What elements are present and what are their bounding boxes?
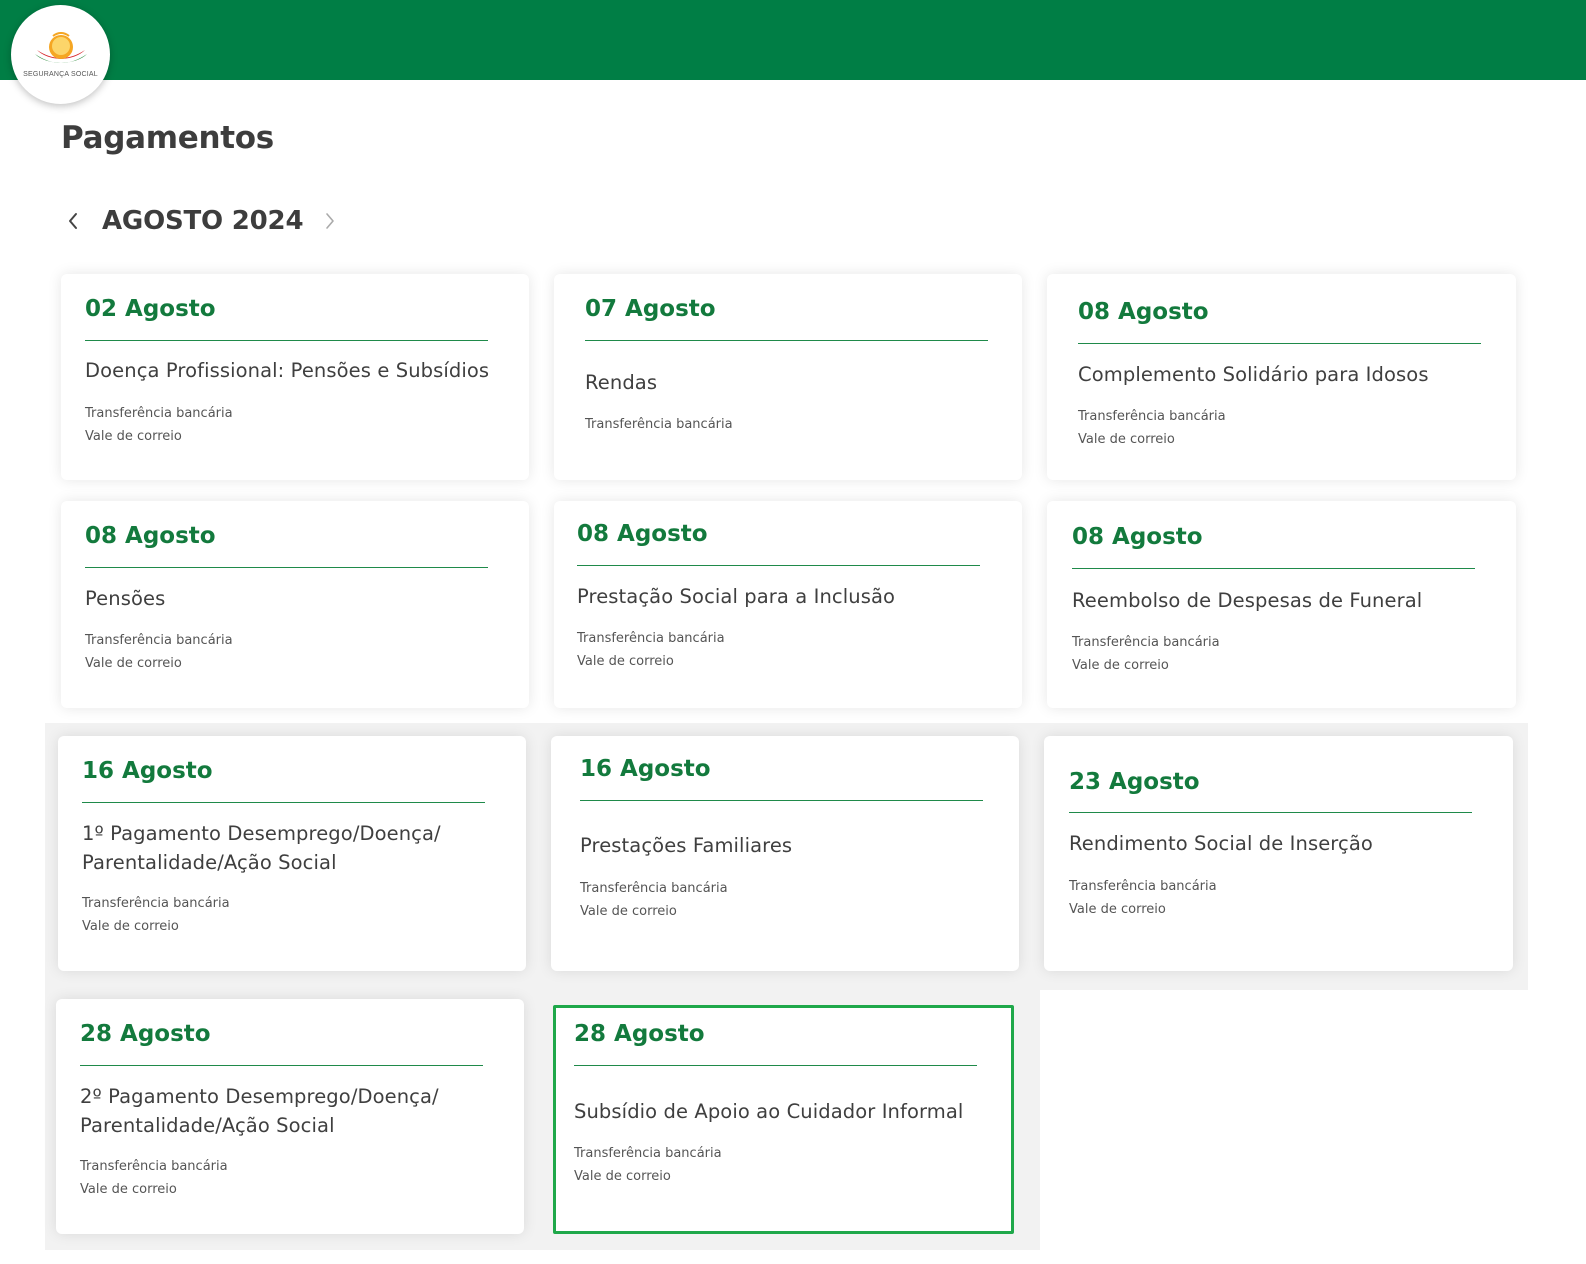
payment-methods: Transferência bancária (585, 413, 733, 436)
payment-method: Transferência bancária (574, 1146, 722, 1161)
payment-method: Vale de correio (1072, 658, 1169, 673)
payment-method: Transferência bancária (1078, 409, 1226, 424)
payment-card[interactable]: 16 Agosto 1º Pagamento Desemprego/Doença… (58, 736, 526, 971)
divider (1069, 812, 1472, 813)
payment-title: Rendas (585, 371, 658, 394)
payment-method: Transferência bancária (580, 881, 728, 896)
payment-method: Vale de correio (574, 1169, 671, 1184)
logo-emblem-icon (34, 31, 87, 63)
payment-method: Vale de correio (85, 429, 182, 444)
payment-card[interactable]: 08 Agosto Reembolso de Despesas de Funer… (1047, 501, 1516, 708)
payment-method: Transferência bancária (85, 406, 233, 421)
payment-date: 08 Agosto (85, 523, 216, 549)
divider (85, 340, 488, 341)
page-title: Pagamentos (61, 120, 274, 156)
payment-method: Vale de correio (580, 904, 677, 919)
payment-method: Transferência bancária (585, 417, 733, 432)
chevron-left-icon (69, 213, 77, 229)
payment-method: Vale de correio (80, 1182, 177, 1197)
payment-title: Prestações Familiares (580, 834, 793, 857)
payment-methods: Transferência bancária Vale de correio (80, 1155, 228, 1201)
payment-methods: Transferência bancária Vale de correio (580, 877, 728, 923)
payment-card[interactable]: 16 Agosto Prestações Familiares Transfer… (551, 736, 1019, 971)
payment-card[interactable]: 28 Agosto 2º Pagamento Desemprego/Doença… (56, 999, 524, 1234)
divider (82, 802, 485, 803)
payment-title: Prestação Social para a Inclusão (577, 585, 896, 608)
payment-methods: Transferência bancária Vale de correio (577, 627, 725, 673)
payment-methods: Transferência bancária Vale de correio (1078, 405, 1226, 451)
payment-method: Transferência bancária (80, 1159, 228, 1174)
payment-date: 23 Agosto (1069, 769, 1200, 795)
payment-title: Subsídio de Apoio ao Cuidador Informal (574, 1100, 964, 1123)
payment-method: Vale de correio (577, 654, 674, 669)
top-header-bar (0, 0, 1586, 80)
payment-card-selected[interactable]: 28 Agosto Subsídio de Apoio ao Cuidador … (553, 1005, 1014, 1234)
payment-methods: Transferência bancária Vale de correio (1072, 631, 1220, 677)
divider (574, 1065, 977, 1066)
next-month-button[interactable] (319, 206, 341, 236)
divider (580, 800, 983, 801)
seguranca-social-logo[interactable]: SEGURANÇA SOCIAL (11, 5, 110, 104)
payment-date: 16 Agosto (82, 758, 213, 784)
payment-card[interactable]: 23 Agosto Rendimento Social de Inserção … (1044, 736, 1513, 971)
payment-method: Transferência bancária (82, 896, 230, 911)
payment-card[interactable]: 07 Agosto Rendas Transferência bancária (554, 274, 1022, 480)
payment-method: Vale de correio (85, 656, 182, 671)
payment-card[interactable]: 02 Agosto Doença Profissional: Pensões e… (61, 274, 529, 480)
payment-methods: Transferência bancária Vale de correio (82, 892, 230, 938)
chevron-right-icon (326, 213, 335, 229)
divider (80, 1065, 483, 1066)
payment-date: 08 Agosto (1072, 524, 1203, 550)
divider (577, 565, 980, 566)
payment-method: Transferência bancária (577, 631, 725, 646)
payment-title: Doença Profissional: Pensões e Subsídios (85, 359, 490, 382)
month-navigator: AGOSTO 2024 (62, 200, 341, 242)
payment-title: 2º Pagamento Desemprego/Doença/ Parental… (80, 1085, 439, 1137)
payment-method: Transferência bancária (85, 633, 233, 648)
divider (585, 340, 988, 341)
previous-month-button[interactable] (62, 206, 84, 236)
divider (1078, 343, 1481, 344)
payment-method: Vale de correio (1078, 432, 1175, 447)
current-month-label: AGOSTO 2024 (102, 206, 304, 236)
payment-title: Rendimento Social de Inserção (1069, 832, 1373, 855)
payment-card[interactable]: 08 Agosto Complemento Solidário para Ido… (1047, 274, 1516, 480)
payment-card[interactable]: 08 Agosto Prestação Social para a Inclus… (554, 501, 1022, 708)
payment-title: Complemento Solidário para Idosos (1078, 363, 1429, 386)
payment-card[interactable]: 08 Agosto Pensões Transferência bancária… (61, 501, 529, 708)
logo-text: SEGURANÇA SOCIAL (23, 70, 98, 78)
payment-method: Vale de correio (82, 919, 179, 934)
payment-methods: Transferência bancária Vale de correio (85, 402, 233, 448)
payment-methods: Transferência bancária Vale de correio (85, 629, 233, 675)
payment-method: Vale de correio (1069, 902, 1166, 917)
payment-methods: Transferência bancária Vale de correio (574, 1142, 722, 1188)
payment-title: Pensões (85, 587, 166, 610)
payment-methods: Transferência bancária Vale de correio (1069, 875, 1217, 921)
payment-date: 08 Agosto (1078, 299, 1209, 325)
payment-title: Reembolso de Despesas de Funeral (1072, 589, 1423, 612)
payment-date: 08 Agosto (577, 521, 708, 547)
divider (1072, 568, 1475, 569)
payment-title: 1º Pagamento Desemprego/Doença/ Parental… (82, 822, 441, 874)
payment-method: Transferência bancária (1072, 635, 1220, 650)
payment-date: 28 Agosto (80, 1021, 211, 1047)
payment-date: 07 Agosto (585, 296, 716, 322)
payment-method: Transferência bancária (1069, 879, 1217, 894)
payment-date: 16 Agosto (580, 756, 711, 782)
divider (85, 567, 488, 568)
payment-date: 02 Agosto (85, 296, 216, 322)
payment-date: 28 Agosto (574, 1021, 705, 1047)
